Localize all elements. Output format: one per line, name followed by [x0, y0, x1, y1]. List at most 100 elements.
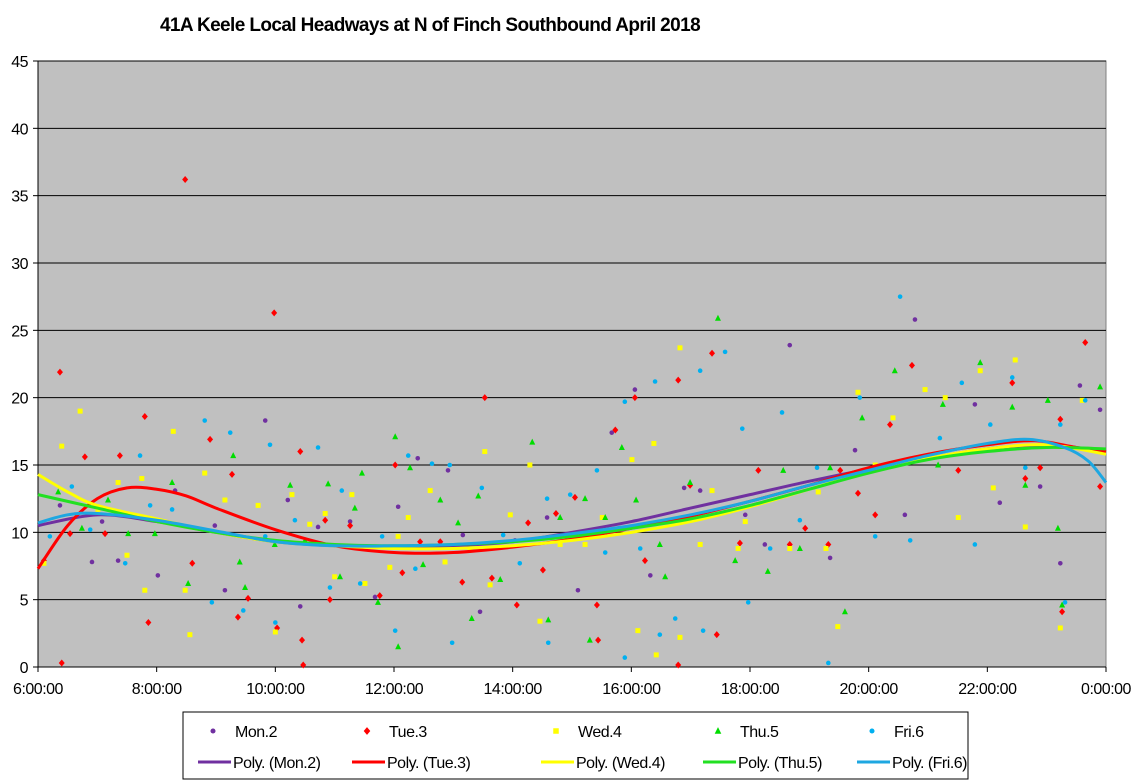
data-point [682, 486, 687, 491]
data-point [90, 560, 95, 565]
data-point [213, 523, 218, 528]
data-point [988, 422, 993, 427]
data-point [293, 518, 298, 523]
data-point [787, 546, 792, 551]
data-point [545, 515, 550, 520]
data-point [362, 581, 367, 586]
data-point [501, 533, 506, 538]
data-point [59, 444, 64, 449]
data-point [1013, 357, 1018, 362]
data-point [943, 395, 948, 400]
data-point [349, 492, 354, 497]
data-point [677, 635, 682, 640]
data-point [430, 461, 435, 466]
data-point [956, 515, 961, 520]
data-point [332, 574, 337, 579]
data-point [461, 533, 466, 538]
data-point [823, 546, 828, 551]
data-point [406, 453, 411, 458]
data-point [241, 608, 246, 613]
data-point [938, 436, 943, 441]
data-point [488, 582, 493, 587]
data-point [450, 640, 455, 645]
data-point [373, 595, 378, 600]
data-point [1083, 398, 1088, 403]
legend-label: Wed.4 [578, 724, 622, 741]
legend-label: Poly. (Thu.5) [738, 755, 822, 772]
data-point [285, 498, 290, 503]
data-point [855, 390, 860, 395]
y-tick-label: 45 [11, 54, 28, 71]
legend-marker [869, 728, 874, 733]
data-point [595, 468, 600, 473]
plot-area [38, 61, 1106, 667]
data-point [88, 527, 93, 532]
data-point [1058, 625, 1063, 630]
data-point [815, 465, 820, 470]
data-point [780, 410, 785, 415]
data-point [380, 534, 385, 539]
data-point [828, 556, 833, 561]
data-point [623, 655, 628, 660]
data-point [116, 480, 121, 485]
data-point [415, 456, 420, 461]
legend-label: Thu.5 [740, 724, 779, 741]
legend-label: Poly. (Fri.6) [892, 755, 967, 772]
y-tick-label: 5 [20, 593, 29, 610]
data-point [187, 632, 192, 637]
x-tick-label: 8:00:00 [132, 681, 182, 698]
y-tick-label: 25 [11, 323, 28, 340]
data-point [443, 559, 448, 564]
data-point [1038, 484, 1043, 489]
data-point [698, 488, 703, 493]
data-point [835, 624, 840, 629]
y-tick-label: 0 [20, 660, 29, 677]
data-point [116, 558, 121, 563]
data-point [171, 429, 176, 434]
x-tick-label: 18:00:00 [721, 681, 780, 698]
data-point [973, 402, 978, 407]
data-point [743, 513, 748, 518]
data-point [428, 488, 433, 493]
legend-label: Mon.2 [235, 724, 278, 741]
data-point [698, 368, 703, 373]
legend-label: Poly. (Mon.2) [233, 755, 321, 772]
data-point [125, 553, 130, 558]
x-tick-label: 22:00:00 [958, 681, 1017, 698]
data-point [798, 518, 803, 523]
legend-marker [210, 728, 215, 733]
y-tick-label: 30 [11, 256, 28, 273]
data-point [482, 449, 487, 454]
data-point [973, 542, 978, 547]
data-point [100, 519, 105, 524]
data-point [478, 609, 483, 614]
data-point [648, 573, 653, 578]
legend-label: Tue.3 [389, 724, 427, 741]
x-tick-label: 14:00:00 [484, 681, 543, 698]
data-point [583, 542, 588, 547]
data-point [1058, 422, 1063, 427]
data-point [633, 387, 638, 392]
data-point [78, 409, 83, 414]
data-point [316, 525, 321, 530]
data-point [873, 534, 878, 539]
data-point [576, 588, 581, 593]
data-point [170, 507, 175, 512]
data-point [701, 628, 706, 633]
data-point [638, 546, 643, 551]
data-point [826, 661, 831, 666]
data-point [339, 488, 344, 493]
data-point [629, 457, 634, 462]
data-point [537, 619, 542, 624]
data-point [978, 368, 983, 373]
data-point [480, 486, 485, 491]
y-tick-label: 10 [11, 525, 28, 542]
data-point [787, 343, 792, 348]
data-point [654, 652, 659, 657]
data-point [58, 503, 63, 508]
x-tick-label: 0:00:00 [1081, 681, 1131, 698]
data-point [328, 585, 333, 590]
data-point [960, 381, 965, 386]
data-point [273, 620, 278, 625]
legend: Mon.2Tue.3Wed.4Thu.5Fri.6Poly. (Mon.2)Po… [183, 712, 968, 779]
